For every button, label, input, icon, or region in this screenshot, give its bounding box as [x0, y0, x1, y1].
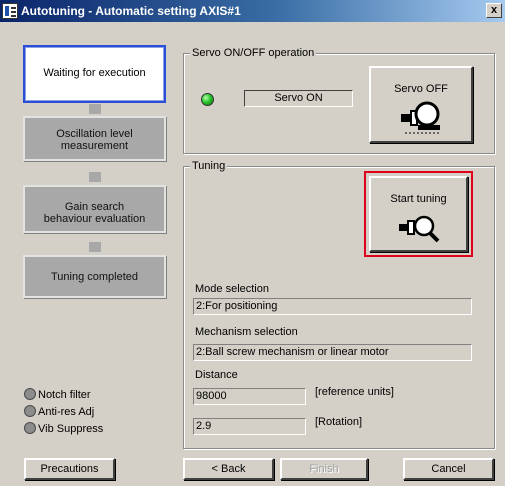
finish-label: Finish	[309, 463, 339, 475]
distance-label: Distance	[195, 369, 238, 381]
window-title: Autotuning - Automatic setting AXIS#1	[21, 4, 241, 18]
mechanism-selection-value: 2:Ball screw mechanism or linear motor	[196, 346, 389, 358]
servo-status-display: Servo ON	[244, 90, 353, 107]
title-bar: Autotuning - Automatic setting AXIS#1 x	[0, 0, 505, 22]
app-icon	[2, 3, 18, 19]
indicator-light-icon	[24, 422, 36, 435]
step-tuning-completed: Tuning completed	[23, 255, 166, 298]
step-label-line2: measurement	[60, 140, 129, 152]
indicator-light-icon	[24, 388, 36, 401]
step-connector	[89, 172, 101, 182]
mode-selection-value: 2:For positioning	[196, 300, 278, 312]
servo-status-text: Servo ON	[274, 92, 323, 104]
back-label: < Back	[211, 463, 246, 475]
step-label-line1: Gain search	[64, 201, 125, 213]
cancel-button[interactable]: Cancel	[403, 458, 494, 480]
back-button[interactable]: < Back	[183, 458, 274, 480]
finish-button[interactable]: Finish	[280, 458, 368, 480]
close-icon: x	[490, 4, 498, 16]
start-tuning-label: Start tuning	[390, 193, 447, 205]
servo-motor-icon	[401, 101, 440, 134]
indicator-vib-suppress: Vib Suppress	[24, 422, 104, 435]
mode-selection-field: 2:For positioning	[193, 298, 472, 315]
mode-selection-label: Mode selection	[195, 283, 269, 295]
step-label: Waiting for execution	[43, 67, 146, 79]
autotuning-window: Autotuning - Automatic setting AXIS#1 x …	[0, 0, 505, 486]
servo-group-title: Servo ON/OFF operation	[190, 47, 317, 59]
precautions-button[interactable]: Precautions	[24, 458, 115, 480]
rotation-field: 2.9	[193, 418, 306, 435]
indicator-notch-filter: Notch filter	[24, 388, 91, 401]
distance-unit: [reference units]	[315, 386, 394, 398]
step-oscillation-level-measurement: Oscillation level measurement	[23, 116, 166, 161]
indicator-light-icon	[24, 405, 36, 418]
magnifier-motor-icon	[399, 215, 440, 243]
tuning-group-title: Tuning	[190, 160, 228, 172]
rotation-unit: [Rotation]	[315, 416, 363, 428]
rotation-value: 2.9	[196, 420, 212, 432]
indicator-label: Vib Suppress	[38, 423, 104, 435]
servo-status-led-icon	[201, 93, 214, 106]
mechanism-selection-field: 2:Ball screw mechanism or linear motor	[193, 344, 472, 361]
indicator-label: Anti-res Adj	[38, 406, 95, 418]
step-label-line2: behaviour evaluation	[43, 213, 146, 225]
distance-value: 98000	[196, 390, 227, 402]
servo-off-label: Servo OFF	[394, 83, 448, 95]
close-button[interactable]: x	[486, 3, 502, 18]
step-waiting-for-execution: Waiting for execution	[23, 45, 166, 103]
step-label-line1: Oscillation level	[56, 128, 133, 140]
precautions-label: Precautions	[40, 463, 99, 475]
step-connector	[89, 104, 101, 114]
indicator-label: Notch filter	[38, 389, 91, 401]
distance-field: 98000	[193, 388, 306, 405]
indicator-anti-res-adj: Anti-res Adj	[24, 405, 95, 418]
step-label: Tuning completed	[50, 271, 139, 283]
cancel-label: Cancel	[431, 463, 466, 475]
start-tuning-button[interactable]: Start tuning	[369, 176, 468, 252]
step-connector	[89, 242, 101, 252]
servo-off-button[interactable]: Servo OFF	[369, 66, 473, 143]
mechanism-selection-label: Mechanism selection	[195, 326, 298, 338]
step-gain-search-evaluation: Gain search behaviour evaluation	[23, 185, 166, 233]
